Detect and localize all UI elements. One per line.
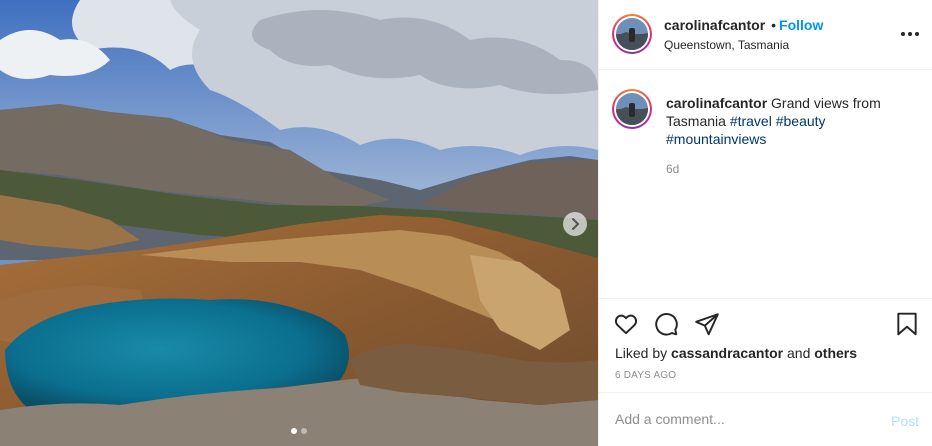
caption-username[interactable]: carolinafcantor	[666, 95, 767, 111]
save-button[interactable]	[894, 311, 920, 337]
more-dot	[915, 32, 919, 36]
caption-section: carolinafcantor Grand views from Tasmani…	[599, 70, 932, 298]
more-horizontal-icon	[901, 32, 905, 36]
post-comment-button[interactable]: Post	[891, 413, 919, 429]
post-header: carolinafcantor • Follow Queenstown, Tasma…	[599, 0, 932, 70]
caption-avatar[interactable]	[612, 89, 652, 129]
bookmark-icon	[897, 312, 917, 336]
caption-timestamp[interactable]: 6d	[666, 162, 679, 176]
carousel-indicator	[0, 428, 598, 434]
like-button[interactable]	[613, 311, 639, 337]
profile-photo	[616, 93, 648, 125]
more-options-button[interactable]	[899, 24, 921, 44]
more-dot	[908, 32, 912, 36]
separator-dot: •	[771, 17, 777, 33]
liked-and: and	[787, 345, 811, 361]
comment-icon	[655, 313, 678, 336]
liked-user-link[interactable]: cassandracantor	[671, 345, 783, 361]
profile-photo	[616, 18, 648, 50]
carousel-dot	[301, 428, 307, 434]
chevron-right-icon	[572, 218, 579, 230]
action-bar: Liked by cassandracantor and others 6 DA…	[599, 298, 932, 392]
landscape-photo	[0, 0, 598, 446]
liked-others-link[interactable]: others	[814, 345, 857, 361]
follow-button[interactable]: Follow	[779, 17, 823, 33]
post-sidebar: carolinafcantor • Follow Queenstown, Tasma…	[598, 0, 932, 446]
post-photo[interactable]	[0, 0, 598, 446]
hashtag-mountainviews[interactable]: #mountainviews	[666, 131, 766, 147]
avatar[interactable]	[612, 14, 652, 54]
comment-input[interactable]	[615, 411, 875, 427]
username-link[interactable]: carolinafcantor	[664, 17, 765, 33]
comment-button[interactable]	[653, 311, 679, 337]
heart-icon	[614, 314, 638, 335]
comment-bar: Post	[599, 392, 932, 446]
hashtag-beauty[interactable]: #beauty	[776, 113, 826, 129]
carousel-next-button[interactable]	[563, 212, 587, 236]
share-button[interactable]	[694, 311, 720, 337]
hashtag-travel[interactable]: #travel	[730, 113, 772, 129]
carousel-dot-active	[291, 428, 297, 434]
liked-prefix: Liked by	[615, 345, 668, 361]
header-user-line: carolinafcantor • Follow	[664, 17, 823, 33]
share-icon	[695, 313, 719, 336]
caption-text: carolinafcantor Grand views from Tasmani…	[666, 94, 921, 148]
liked-by-line: Liked by cassandracantor and others	[615, 345, 857, 361]
location-link[interactable]: Queenstown, Tasmania	[664, 38, 789, 52]
post-timestamp[interactable]: 6 DAYS AGO	[615, 370, 676, 381]
